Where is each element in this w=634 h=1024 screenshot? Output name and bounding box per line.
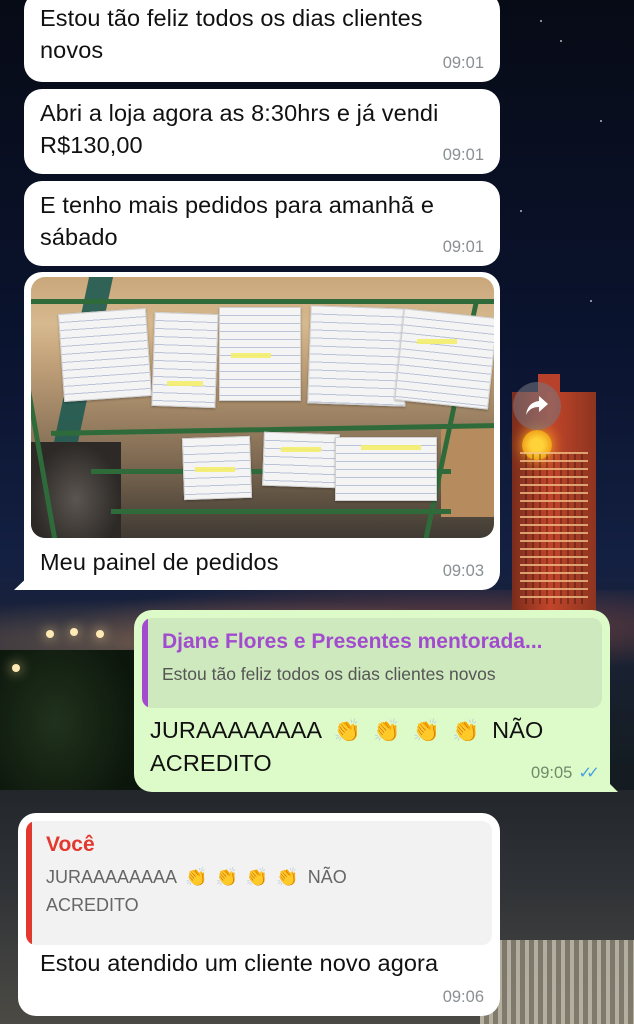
message-time: 09:01 <box>442 146 484 164</box>
message-time: 09:05 ✓✓ <box>531 763 600 783</box>
quoted-message[interactable]: Você JURAAAAAAAA 👏 👏 👏 👏 NÃO ACREDITO <box>26 821 492 945</box>
quoted-author: Você <box>46 833 95 856</box>
clapping-hands-icon: 👏 <box>412 718 441 743</box>
quoted-text-part: JURAAAAAAAA <box>46 867 177 887</box>
photo-caption: Meu painel de pedidos <box>40 549 279 575</box>
message-text: Estou tão feliz todos os dias clientes n… <box>40 5 423 63</box>
message-time-value: 09:05 <box>531 764 573 782</box>
message-text: E tenho mais pedidos para amanhã e sábad… <box>40 192 435 250</box>
share-forward-button[interactable] <box>513 382 561 430</box>
clapping-hands-icon: 👏 <box>215 867 238 887</box>
message-text-part: ACREDITO <box>150 750 272 776</box>
quoted-text-part: NÃO <box>307 867 347 887</box>
share-forward-icon <box>526 396 548 415</box>
clapping-hands-icon: 👏 <box>276 867 299 887</box>
message-bubble[interactable]: Abri a loja agora as 8:30hrs e já vendi … <box>24 89 500 174</box>
order-board-photo[interactable] <box>31 277 494 538</box>
message-text: JURAAAAAAAA 👏 👏 👏 👏 NÃO ACREDITO <box>150 714 570 779</box>
clapping-hands-icon: 👏 <box>452 718 480 743</box>
quoted-text-part: ACREDITO <box>46 895 139 915</box>
chat-thread[interactable]: Estou tão feliz todos os dias clientes n… <box>0 0 634 1024</box>
message-time: 09:06 <box>442 988 484 1006</box>
outgoing-reply-bubble[interactable]: Djane Flores e Presentes mentorada... Es… <box>134 610 610 792</box>
clapping-hands-icon: 👏 <box>245 867 269 887</box>
message-text: Abri a loja agora as 8:30hrs e já vendi … <box>40 100 439 158</box>
read-receipt-icon: ✓✓ <box>578 764 600 782</box>
message-time: 09:01 <box>442 238 484 256</box>
quoted-author: Djane Flores e Presentes mentorada... <box>162 630 543 653</box>
clapping-hands-icon: 👏 <box>333 718 362 743</box>
message-text-part: NÃO <box>492 717 544 743</box>
message-bubble[interactable]: E tenho mais pedidos para amanhã e sábad… <box>24 181 500 266</box>
quoted-message[interactable]: Djane Flores e Presentes mentorada... Es… <box>142 618 602 708</box>
incoming-reply-bubble[interactable]: Você JURAAAAAAAA 👏 👏 👏 👏 NÃO ACREDITO Estou… <box>18 813 500 1016</box>
message-time: 09:03 <box>442 562 484 580</box>
message-text-part: JURAAAAAAAA <box>150 717 321 743</box>
photo-message-bubble[interactable]: Meu painel de pedidos 09:03 <box>24 272 500 590</box>
message-time: 09:01 <box>442 54 484 72</box>
clapping-hands-icon: 👏 <box>373 718 401 743</box>
clapping-hands-icon: 👏 <box>185 867 208 887</box>
message-bubble[interactable]: Estou tão feliz todos os dias clientes n… <box>24 0 500 82</box>
quoted-text: Estou tão feliz todos os dias clientes n… <box>162 664 496 684</box>
quoted-text: JURAAAAAAAA 👏 👏 👏 👏 NÃO ACREDITO <box>46 863 386 919</box>
message-text: Estou atendido um cliente novo agora <box>40 950 439 976</box>
